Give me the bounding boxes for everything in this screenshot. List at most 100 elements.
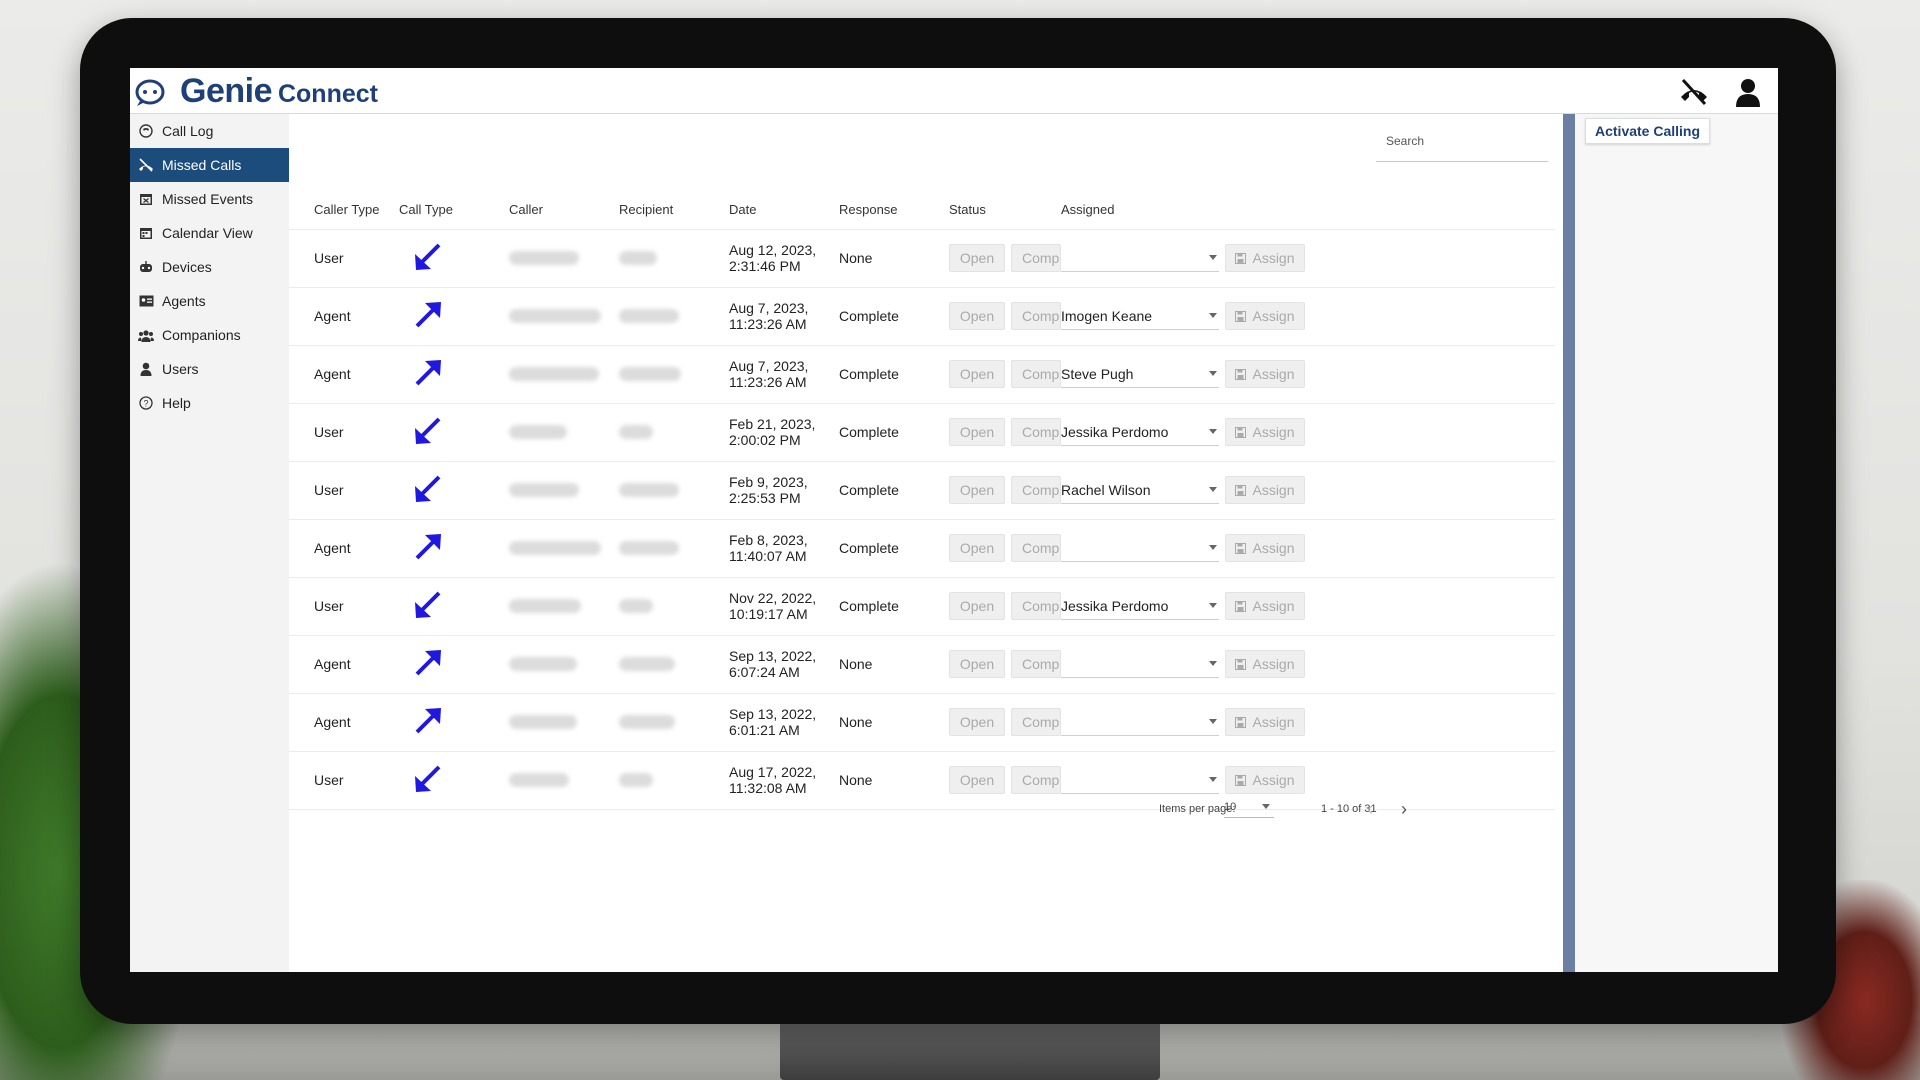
open-status-button[interactable]: Open [949, 766, 1005, 794]
open-status-button[interactable]: Open [949, 244, 1005, 272]
assign-button[interactable]: Assign [1225, 244, 1305, 272]
panel-divider[interactable] [1563, 114, 1575, 972]
assigned-cell: Assign [1061, 693, 1305, 752]
open-status-button[interactable]: Open [949, 592, 1005, 620]
save-icon [1235, 310, 1247, 322]
activate-calling-button[interactable]: Activate Calling [1585, 118, 1711, 144]
call-type-cell [399, 577, 509, 636]
open-status-button[interactable]: Open [949, 476, 1005, 504]
sidebar-item-devices[interactable]: Devices [130, 250, 289, 284]
sidebar-item-missed-calls[interactable]: Missed Calls [130, 148, 289, 182]
open-status-button[interactable]: Open [949, 708, 1005, 736]
assignee-select[interactable] [1061, 534, 1219, 562]
date-line: Sep 13, 2022, [729, 706, 817, 722]
response-cell: Complete [839, 287, 949, 346]
sidebar-item-label: Users [162, 361, 199, 377]
items-per-page-select[interactable]: 10 [1224, 796, 1274, 818]
sidebar-item-help[interactable]: ? Help [130, 386, 289, 420]
assign-button[interactable]: Assign [1225, 592, 1305, 620]
response-text: None [839, 656, 873, 672]
assign-button[interactable]: Assign [1225, 650, 1305, 678]
complete-status-button[interactable]: Comp [1011, 244, 1061, 272]
redacted-caller [509, 715, 577, 729]
open-status-button[interactable]: Open [949, 534, 1005, 562]
complete-status-button[interactable]: Comp [1011, 360, 1061, 388]
status-cell: Open Comp [949, 577, 1061, 636]
assignee-select[interactable]: Imogen Keane [1061, 302, 1219, 330]
open-status-button[interactable]: Open [949, 650, 1005, 678]
sidebar-item-companions[interactable]: Companions [130, 318, 289, 352]
table-row[interactable]: Agent Sep 13, 2022, 6:01:21 AM None Open Comp… [289, 693, 1555, 752]
column-header-spacer [1305, 191, 1555, 230]
assign-button[interactable]: Assign [1225, 708, 1305, 736]
assignee-select[interactable] [1061, 766, 1219, 794]
complete-status-button[interactable]: Comp [1011, 302, 1061, 330]
previous-page-button[interactable]: ‹ [1357, 796, 1383, 822]
open-status-button[interactable]: Open [949, 302, 1005, 330]
phone-off-icon[interactable] [1674, 76, 1714, 108]
response-text: None [839, 250, 873, 266]
chevron-down-icon [1209, 371, 1217, 376]
sidebar-item-calendar-view[interactable]: Calendar View [130, 216, 289, 250]
assign-button[interactable]: Assign [1225, 418, 1305, 446]
table-row[interactable]: User Feb 9, 2023, 2:25:53 PM Complete Open Co… [289, 461, 1555, 520]
assign-button[interactable]: Assign [1225, 476, 1305, 504]
caller-cell-redacted [509, 345, 619, 404]
assignee-select[interactable]: Steve Pugh [1061, 360, 1219, 388]
chevron-down-icon [1209, 313, 1217, 318]
assignee-select[interactable] [1061, 708, 1219, 736]
response-text: Complete [839, 308, 899, 324]
brand-name: Genie [180, 72, 272, 110]
complete-status-button[interactable]: Comp [1011, 592, 1061, 620]
assignee-select[interactable] [1061, 244, 1219, 272]
assign-label: Assign [1252, 424, 1295, 440]
date-cell: Aug 7, 2023, 11:23:26 AM [729, 345, 839, 404]
assign-button[interactable]: Assign [1225, 534, 1305, 562]
column-header-caller-type: Caller Type [289, 191, 399, 230]
time-line: 11:40:07 AM [729, 548, 807, 564]
assign-button[interactable]: Assign [1225, 360, 1305, 388]
assignee-select[interactable] [1061, 650, 1219, 678]
table-row[interactable]: Agent Aug 7, 2023, 11:23:26 AM Complete Open… [289, 287, 1555, 346]
caller-type-cell: Agent [289, 287, 399, 346]
table-row[interactable]: Agent Feb 8, 2023, 11:40:07 AM Complete Open… [289, 519, 1555, 578]
assignee-select[interactable]: Jessika Perdomo [1061, 418, 1219, 446]
assignee-select[interactable]: Rachel Wilson [1061, 476, 1219, 504]
user-account-icon[interactable] [1728, 76, 1768, 108]
date-cell: Feb 9, 2023, 2:25:53 PM [729, 461, 839, 520]
complete-status-button[interactable]: Comp [1011, 418, 1061, 446]
table-row[interactable]: Agent Aug 7, 2023, 11:23:26 AM Complete Open… [289, 345, 1555, 404]
table-row[interactable]: User Nov 22, 2022, 10:19:17 AM Complete Open… [289, 577, 1555, 636]
sidebar-item-agents[interactable]: Agents [130, 284, 289, 318]
redacted-caller [509, 483, 579, 497]
complete-status-button[interactable]: Comp [1011, 650, 1061, 678]
sidebar-item-missed-events[interactable]: Missed Events [130, 182, 289, 216]
app-logo[interactable]: Genie Connect [134, 72, 378, 111]
table-row[interactable]: User Aug 12, 2023, 2:31:46 PM None Open Comp A… [289, 229, 1555, 288]
search-input[interactable] [1376, 120, 1548, 162]
open-status-button[interactable]: Open [949, 360, 1005, 388]
row-spacer [1305, 461, 1555, 520]
assign-button[interactable]: Assign [1225, 302, 1305, 330]
devices-icon [138, 259, 154, 275]
items-per-page-value: 10 [1224, 800, 1237, 813]
assigned-cell: Steve Pugh Assign [1061, 345, 1305, 404]
sidebar-item-users[interactable]: Users [130, 352, 289, 386]
complete-status-button[interactable]: Comp [1011, 708, 1061, 736]
table-row[interactable]: Agent Sep 13, 2022, 6:07:24 AM None Open Comp… [289, 635, 1555, 694]
assign-button[interactable]: Assign [1225, 766, 1305, 794]
complete-status-button[interactable]: Comp [1011, 534, 1061, 562]
complete-status-button[interactable]: Comp [1011, 766, 1061, 794]
call-type-cell [399, 229, 509, 288]
assigned-cell: Rachel Wilson Assign [1061, 461, 1305, 520]
assign-label: Assign [1252, 656, 1295, 672]
chevron-down-icon [1262, 804, 1270, 809]
recipient-cell-redacted [619, 461, 729, 520]
table-row[interactable]: User Feb 21, 2023, 2:00:02 PM Complete Open C… [289, 403, 1555, 462]
next-page-button[interactable]: › [1391, 796, 1417, 822]
assignee-select[interactable]: Jessika Perdomo [1061, 592, 1219, 620]
redacted-recipient [619, 657, 675, 671]
complete-status-button[interactable]: Comp [1011, 476, 1061, 504]
sidebar-item-call-log[interactable]: Call Log [130, 114, 289, 148]
open-status-button[interactable]: Open [949, 418, 1005, 446]
